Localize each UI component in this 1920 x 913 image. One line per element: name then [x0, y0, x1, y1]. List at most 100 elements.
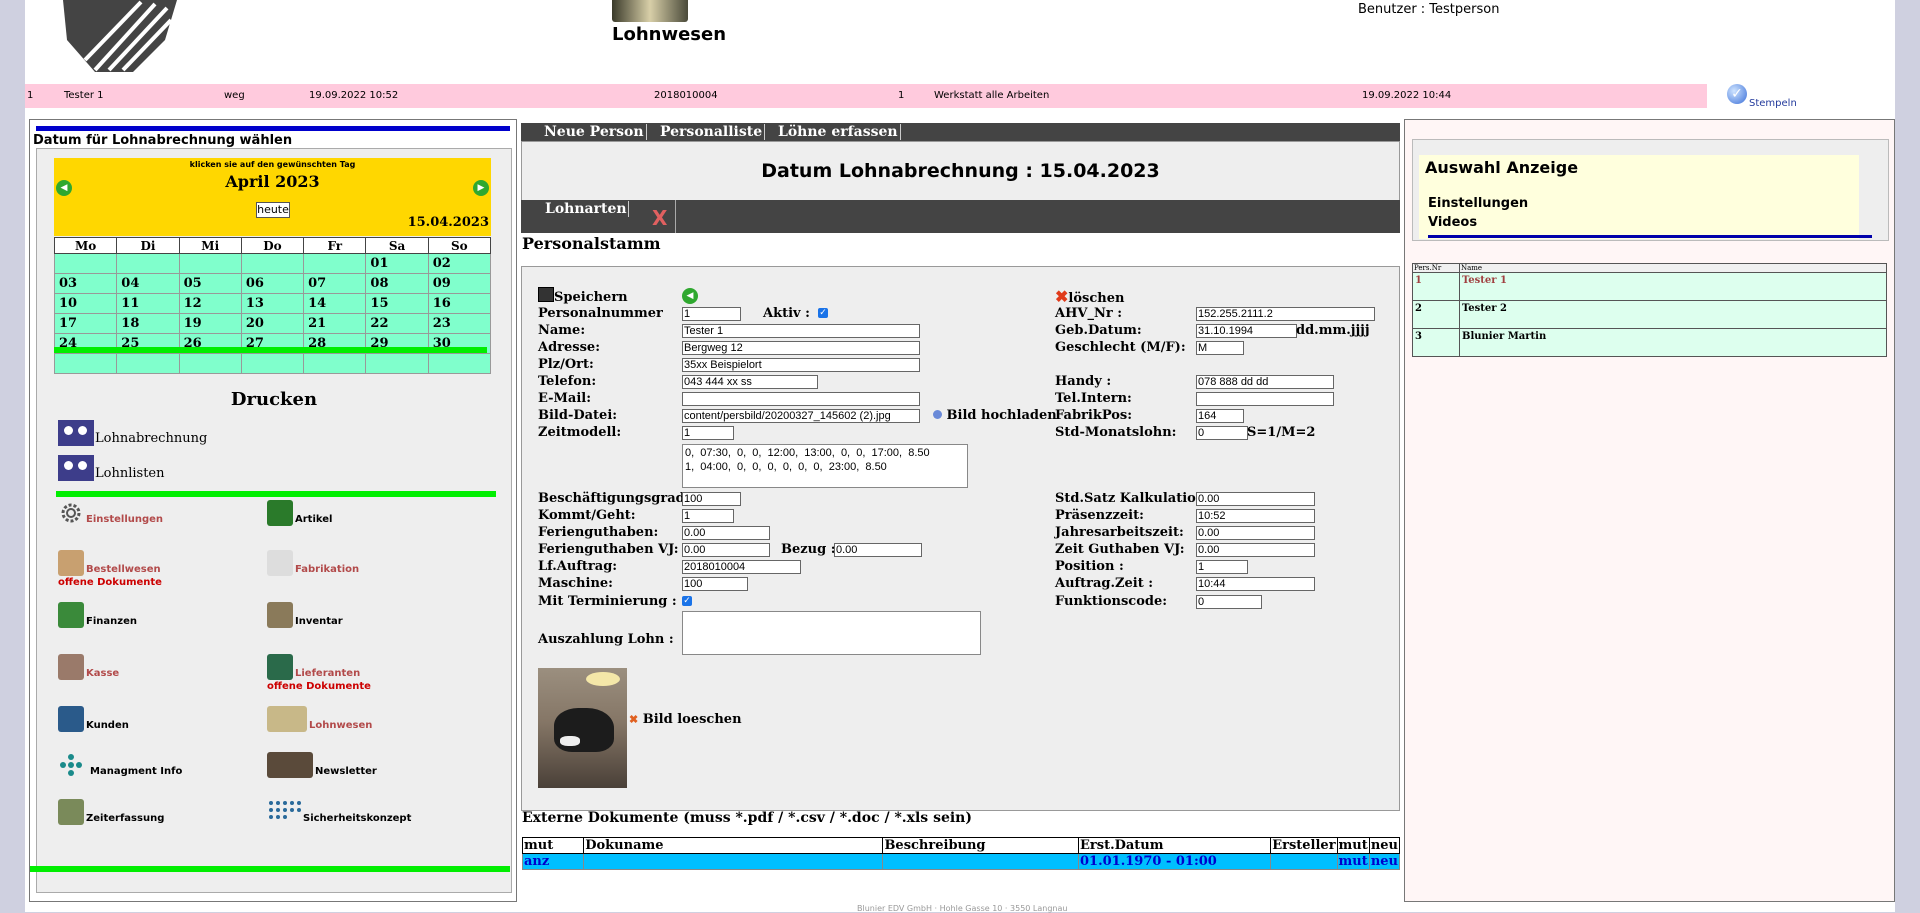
loehne-erfassen-link[interactable]: Löhne erfassen	[778, 124, 901, 140]
inventory-icon	[267, 602, 293, 628]
bilddatei-input[interactable]: content/persbild/20200327_145602 (2).jpg	[682, 409, 920, 423]
lohnarten-link[interactable]: Lohnarten	[545, 201, 629, 217]
calendar-day[interactable]: 05	[178, 273, 242, 294]
ferien-vj-input[interactable]: 0.00	[682, 543, 770, 557]
neue-person-link[interactable]: Neue Person	[544, 124, 647, 140]
label-ahv: AHV_Nr :	[1055, 306, 1123, 321]
person-list-table: Pers.Nr Name 1 Tester 1 2 Tester 2 3 Blu…	[1412, 263, 1887, 357]
calendar-day[interactable]: 01	[365, 253, 429, 274]
jahresarbeit-input[interactable]: 0.00	[1196, 526, 1315, 540]
calendar-day[interactable]: 18	[116, 313, 180, 334]
calendar-day[interactable]: 02	[427, 253, 492, 274]
table-row: anz 01.01.1970 - 01:00 mut neu	[521, 853, 1401, 870]
geb-input[interactable]: 31.10.1994	[1196, 324, 1297, 338]
zeitguthaben-input[interactable]: 0.00	[1196, 543, 1315, 557]
email-input[interactable]	[682, 392, 920, 406]
videos-link[interactable]: Videos	[1428, 215, 1477, 230]
right-panel: Auswahl Anzeige Einstellungen Videos Per…	[1404, 119, 1895, 902]
externe-dokumente-table: mut Dokuname Beschreibung Erst.Datum Ers…	[521, 837, 1401, 870]
calendar-day[interactable]: 21	[303, 313, 367, 334]
calendar-day[interactable]: 09	[427, 273, 492, 294]
bild-hochladen-button[interactable]: Bild hochladen	[933, 408, 1057, 423]
telintern-input[interactable]	[1196, 392, 1334, 406]
close-icon[interactable]: X	[652, 206, 667, 230]
calendar-day[interactable]: 07	[303, 273, 367, 294]
geschlecht-input[interactable]: M	[1196, 341, 1244, 355]
calendar-day[interactable]: 23	[427, 313, 492, 334]
zeitmodell-textarea[interactable]: 0, 07:30, 0, 0, 12:00, 13:00, 0, 0, 17:0…	[682, 444, 968, 488]
bild-loeschen-button[interactable]: ✖ Bild loeschen	[629, 712, 742, 727]
finance-icon	[58, 602, 84, 628]
calendar-day[interactable]: 12	[178, 293, 242, 314]
stdsatz-input[interactable]: 0.00	[1196, 492, 1315, 506]
name-input[interactable]: Tester 1	[682, 324, 920, 338]
next-month-icon[interactable]: ▶	[473, 180, 489, 196]
calendar-day[interactable]: 08	[365, 273, 429, 294]
calendar-day[interactable]: 10	[53, 293, 118, 314]
divider	[1428, 235, 1872, 238]
calendar-day[interactable]: 11	[116, 293, 180, 314]
bezug-input[interactable]: 0.00	[834, 543, 922, 557]
fabrikpos-input[interactable]: 164	[1196, 409, 1244, 423]
calendar-day[interactable]: 19	[178, 313, 242, 334]
payroll-icon	[267, 706, 307, 732]
table-row[interactable]: 3 Blunier Martin	[1412, 328, 1887, 357]
calendar-day[interactable]: 06	[240, 273, 305, 294]
calendar-day[interactable]: 16	[427, 293, 492, 314]
maschine-input[interactable]: 100	[682, 577, 748, 591]
calendar-day[interactable]: 22	[365, 313, 429, 334]
upload-dot-icon	[933, 410, 942, 419]
calendar-day[interactable]: 17	[53, 313, 118, 334]
telefon-input[interactable]: 043 444 xx ss	[682, 375, 818, 389]
label-auftragzeit: Auftrag.Zeit :	[1055, 576, 1154, 591]
neu-link[interactable]: neu	[1368, 853, 1401, 870]
calendar-day	[53, 253, 118, 274]
calendar-day	[427, 353, 492, 374]
table-row[interactable]: 2 Tester 2	[1412, 300, 1887, 329]
anz-link[interactable]: anz	[521, 853, 585, 870]
ferien-input[interactable]: 0.00	[682, 526, 770, 540]
auszahlung-textarea[interactable]	[682, 611, 981, 655]
table-row[interactable]: 1 Tester 1	[1412, 272, 1887, 301]
calendar-day[interactable]: 20	[240, 313, 305, 334]
label-zeitmodell: Zeitmodell:	[538, 425, 622, 440]
lfauftrag-input[interactable]: 2018010004	[682, 560, 801, 574]
photo-speech-bubble	[586, 672, 620, 686]
table-cell	[1270, 853, 1338, 870]
mut-link[interactable]: mut	[1336, 853, 1370, 870]
status-time: 19.09.2022 10:52	[309, 90, 399, 101]
today-button[interactable]: heute	[256, 202, 290, 218]
stempeln-button[interactable]: ✓ Stempeln	[1727, 84, 1797, 110]
stdmonat-input[interactable]: 0	[1196, 426, 1248, 440]
delete-button[interactable]: ✖löschen	[1055, 287, 1124, 306]
funktion-input[interactable]: 0	[1196, 595, 1262, 609]
personalliste-link[interactable]: Personalliste	[660, 124, 766, 140]
kommt-input[interactable]: 1	[682, 509, 734, 523]
calendar-day[interactable]: 15	[365, 293, 429, 314]
back-arrow-icon[interactable]: ◀	[682, 288, 698, 304]
label-ferien-vj: Ferienguthaben VJ:	[538, 542, 679, 557]
save-button[interactable]: Speichern	[538, 287, 628, 305]
auftragzeit-input[interactable]: 10:44	[1196, 577, 1315, 591]
calendar-day	[303, 353, 367, 374]
col-header: Pers.Nr	[1412, 263, 1460, 273]
handy-input[interactable]: 078 888 dd dd	[1196, 375, 1334, 389]
termin-checkbox[interactable]: ✓	[682, 596, 692, 606]
zeitmodell-input[interactable]: 1	[682, 426, 734, 440]
position-input[interactable]: 1	[1196, 560, 1248, 574]
aktiv-checkbox[interactable]: ✓	[818, 308, 828, 318]
calendar-day[interactable]: 13	[240, 293, 305, 314]
calendar-day[interactable]: 03	[53, 273, 118, 294]
label-personalnummer: Personalnummer	[538, 306, 663, 321]
calendar-day[interactable]: 14	[303, 293, 367, 314]
einstellungen-link[interactable]: Einstellungen	[1428, 196, 1528, 211]
calendar-day[interactable]: 04	[116, 273, 180, 294]
praesenz-input[interactable]: 10:52	[1196, 509, 1315, 523]
beschaeftigung-input[interactable]: 100	[682, 492, 741, 506]
label-bilddatei: Bild-Datei:	[538, 408, 618, 423]
plz-input[interactable]: 35xx Beispielort	[682, 358, 920, 372]
selected-date: 15.04.2023	[407, 215, 489, 230]
adresse-input[interactable]: Bergweg 12	[682, 341, 920, 355]
ahv-input[interactable]: 152.255.2111.2	[1196, 307, 1375, 321]
personalnummer-input[interactable]: 1	[682, 307, 741, 321]
